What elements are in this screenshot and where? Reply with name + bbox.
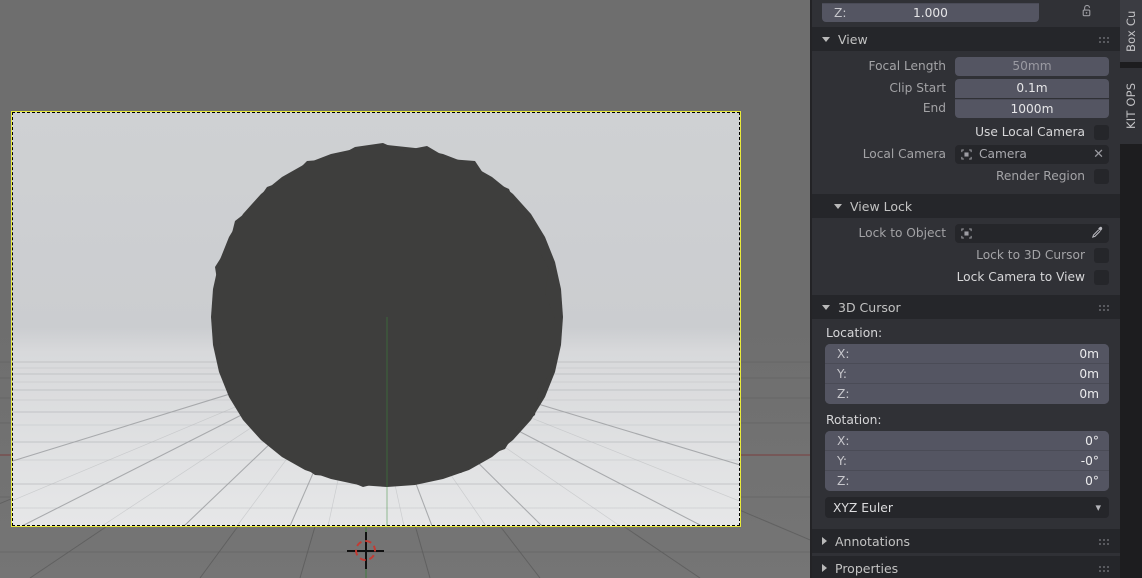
chevron-down-icon bbox=[822, 304, 830, 310]
cursor-ring bbox=[355, 540, 376, 561]
lock-camera-to-view-label: Lock Camera to View bbox=[956, 270, 1085, 284]
drag-handle-icon[interactable] bbox=[1098, 304, 1110, 311]
cursor-location-group: X: 0m Y: 0m Z: 0m bbox=[825, 344, 1109, 404]
lock-camera-to-view-checkbox[interactable] bbox=[1094, 269, 1109, 285]
tab-box-cutter[interactable]: Box Cu bbox=[1120, 0, 1142, 62]
row-lock-to-object: Lock to Object bbox=[812, 223, 1120, 243]
render-region-label: Render Region bbox=[996, 169, 1085, 183]
use-local-camera-label: Use Local Camera bbox=[975, 125, 1085, 139]
panel-header-annotations[interactable]: Annotations bbox=[812, 529, 1120, 553]
cursor-rotation-z[interactable]: Z: 0° bbox=[825, 471, 1109, 491]
transform-z-value: 1.000 bbox=[913, 6, 948, 20]
cursor-location-z[interactable]: Z: 0m bbox=[825, 384, 1109, 404]
cursor-location-y[interactable]: Y: 0m bbox=[825, 364, 1109, 384]
focal-length-field[interactable]: 50mm bbox=[955, 56, 1109, 76]
tab-kit-ops-label: KIT OPS bbox=[1124, 82, 1138, 130]
tab-kit-ops[interactable]: KIT OPS bbox=[1120, 68, 1142, 144]
cursor-rotation-x-value: 0° bbox=[1085, 433, 1099, 448]
chevron-down-icon bbox=[822, 36, 830, 42]
cursor-rotation-y[interactable]: Y: -0° bbox=[825, 451, 1109, 471]
cursor-rotation-z-value: 0° bbox=[1085, 474, 1099, 488]
row-lock-camera-to-view: Lock Camera to View bbox=[812, 267, 1120, 287]
sphere-object[interactable] bbox=[187, 137, 587, 526]
cursor-location-y-value: 0m bbox=[1079, 366, 1099, 381]
3d-cursor-icon bbox=[347, 532, 384, 569]
cursor-location-y-label: Y: bbox=[837, 366, 847, 381]
unlocked-padlock-icon[interactable] bbox=[1079, 3, 1094, 22]
panel-header-3d-cursor[interactable]: 3D Cursor bbox=[812, 295, 1120, 319]
local-camera-value: Camera bbox=[979, 147, 1027, 161]
row-local-camera: Local Camera Camera ✕ bbox=[812, 144, 1120, 164]
row-lock-to-3d-cursor: Lock to 3D Cursor bbox=[812, 245, 1120, 265]
row-focal-length: Focal Length 50mm bbox=[812, 56, 1120, 76]
panel-title-view-lock: View Lock bbox=[850, 198, 913, 214]
panel-title-view: View bbox=[838, 31, 868, 47]
panel-body-view-lock: Lock to Object Lock to 3D Cursor Lock Ca… bbox=[812, 218, 1120, 295]
panel-body-view: Focal Length 50mm Clip Start 0.1m End 10… bbox=[812, 51, 1120, 194]
blender-window: Z: 1.000 View Focal Length 50mm Clip Sta… bbox=[0, 0, 1142, 578]
cursor-rotation-group: X: 0° Y: -0° Z: 0° bbox=[825, 431, 1109, 491]
chevron-down-icon: ▾ bbox=[1095, 501, 1101, 514]
chevron-down-icon bbox=[834, 203, 842, 209]
cursor-rotation-heading: Rotation: bbox=[826, 413, 882, 427]
clip-end-label: End bbox=[922, 101, 946, 115]
close-x-icon[interactable]: ✕ bbox=[1089, 148, 1104, 161]
camera-frame-region bbox=[11, 111, 741, 527]
panel-title-3d-cursor: 3D Cursor bbox=[838, 299, 901, 315]
cursor-rotation-y-label: Y: bbox=[837, 453, 847, 468]
cursor-rotation-y-value: -0° bbox=[1080, 453, 1099, 468]
sidebar-npanel: Z: 1.000 View Focal Length 50mm Clip Sta… bbox=[812, 0, 1120, 578]
use-local-camera-checkbox[interactable] bbox=[1094, 124, 1109, 140]
panel-title-annotations: Annotations bbox=[835, 533, 911, 549]
object-data-icon bbox=[960, 227, 973, 240]
panel-body-3d-cursor: Location: X: 0m Y: 0m Z: 0m Rotation: X:… bbox=[812, 319, 1120, 524]
transform-z-field[interactable]: Z: 1.000 bbox=[822, 3, 1039, 22]
drag-handle-icon[interactable] bbox=[1098, 538, 1110, 545]
rotation-mode-value: XYZ Euler bbox=[833, 500, 893, 515]
lock-to-3d-cursor-label: Lock to 3D Cursor bbox=[976, 248, 1085, 262]
sidebar-tab-strip: Box Cu KIT OPS bbox=[1120, 0, 1142, 578]
panel-header-view[interactable]: View bbox=[812, 27, 1120, 51]
clip-end-field[interactable]: 1000m bbox=[955, 98, 1109, 118]
row-render-region: Render Region bbox=[812, 166, 1120, 186]
eyedropper-icon[interactable] bbox=[1090, 224, 1104, 243]
rotation-mode-dropdown[interactable]: XYZ Euler ▾ bbox=[825, 497, 1109, 518]
lock-to-object-field[interactable] bbox=[955, 223, 1109, 243]
row-clip-end: End 1000m bbox=[812, 98, 1120, 118]
cursor-rotation-x[interactable]: X: 0° bbox=[825, 431, 1109, 451]
3d-viewport[interactable] bbox=[0, 0, 812, 578]
drag-handle-icon[interactable] bbox=[1098, 565, 1110, 572]
cursor-rotation-z-label: Z: bbox=[837, 474, 850, 488]
local-camera-field[interactable]: Camera ✕ bbox=[955, 144, 1109, 164]
row-clip-start: Clip Start 0.1m bbox=[812, 78, 1120, 98]
camera-object-icon bbox=[960, 148, 973, 161]
lock-to-object-label: Lock to Object bbox=[858, 226, 946, 240]
panel-header-view-lock[interactable]: View Lock bbox=[812, 194, 1120, 218]
lock-to-3d-cursor-checkbox[interactable] bbox=[1094, 247, 1109, 263]
cursor-rotation-x-label: X: bbox=[837, 433, 850, 448]
clip-start-label: Clip Start bbox=[889, 81, 946, 95]
cursor-location-x-value: 0m bbox=[1079, 346, 1099, 361]
panel-title-properties: Properties bbox=[835, 560, 899, 576]
cursor-location-z-label: Z: bbox=[837, 387, 850, 401]
cursor-location-x-label: X: bbox=[837, 346, 850, 361]
drag-handle-icon[interactable] bbox=[1098, 36, 1110, 43]
render-region-checkbox[interactable] bbox=[1094, 168, 1109, 184]
chevron-right-icon bbox=[822, 564, 827, 572]
panel-header-properties[interactable]: Properties bbox=[812, 556, 1120, 578]
cursor-location-x[interactable]: X: 0m bbox=[825, 344, 1109, 364]
chevron-right-icon bbox=[822, 537, 827, 545]
cursor-location-z-value: 0m bbox=[1079, 387, 1099, 401]
cursor-location-heading: Location: bbox=[826, 326, 883, 340]
row-use-local-camera: Use Local Camera bbox=[812, 122, 1120, 142]
focal-length-label: Focal Length bbox=[868, 59, 947, 73]
local-camera-label: Local Camera bbox=[862, 147, 946, 161]
tab-box-cutter-label: Box Cu bbox=[1124, 10, 1138, 52]
clip-start-field[interactable]: 0.1m bbox=[955, 78, 1109, 98]
